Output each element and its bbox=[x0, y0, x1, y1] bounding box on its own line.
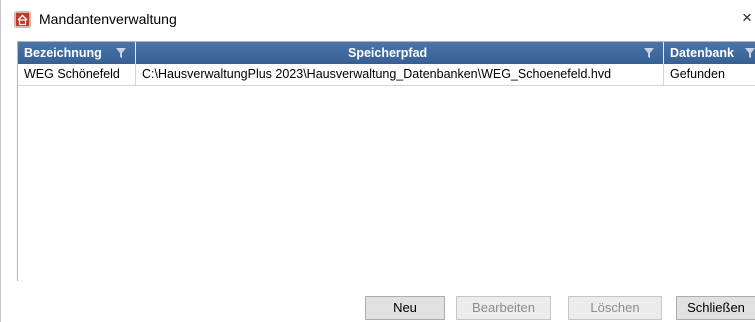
delete-button[interactable]: Löschen bbox=[568, 296, 662, 320]
column-header-speicherpfad[interactable]: Speicherpfad bbox=[136, 42, 664, 64]
filter-icon[interactable] bbox=[745, 48, 755, 58]
cell-speicherpfad[interactable]: C:\HausverwaltungPlus 2023\Hausverwaltun… bbox=[136, 64, 664, 86]
house-icon bbox=[14, 11, 31, 28]
edit-button[interactable]: Bearbeiten bbox=[456, 296, 551, 320]
column-header-label: Bezeichnung bbox=[24, 46, 102, 60]
mandanten-table: Bezeichnung Speicherpfad Datenbank WEG S… bbox=[17, 41, 755, 281]
cell-bezeichnung[interactable]: WEG Schönefeld bbox=[18, 64, 136, 86]
title-bar: Mandantenverwaltung × bbox=[1, 0, 755, 40]
column-header-label: Datenbank bbox=[670, 46, 734, 60]
dialog-window: Mandantenverwaltung × Bezeichnung Speich… bbox=[0, 0, 755, 322]
button-bar: Neu Bearbeiten Löschen Schließen bbox=[1, 281, 755, 322]
table-row[interactable]: WEG Schönefeld C:\HausverwaltungPlus 202… bbox=[18, 64, 755, 86]
table-header: Bezeichnung Speicherpfad Datenbank bbox=[18, 42, 755, 64]
column-header-bezeichnung[interactable]: Bezeichnung bbox=[18, 42, 136, 64]
close-button[interactable]: Schließen bbox=[676, 296, 755, 320]
column-header-datenbank[interactable]: Datenbank bbox=[664, 42, 755, 64]
close-icon[interactable]: × bbox=[742, 6, 755, 30]
new-button[interactable]: Neu bbox=[365, 296, 445, 320]
column-header-label: Speicherpfad bbox=[348, 46, 428, 60]
window-title: Mandantenverwaltung bbox=[39, 11, 177, 27]
filter-icon[interactable] bbox=[644, 48, 654, 58]
cell-datenbank[interactable]: Gefunden bbox=[664, 64, 755, 86]
filter-icon[interactable] bbox=[116, 48, 126, 58]
